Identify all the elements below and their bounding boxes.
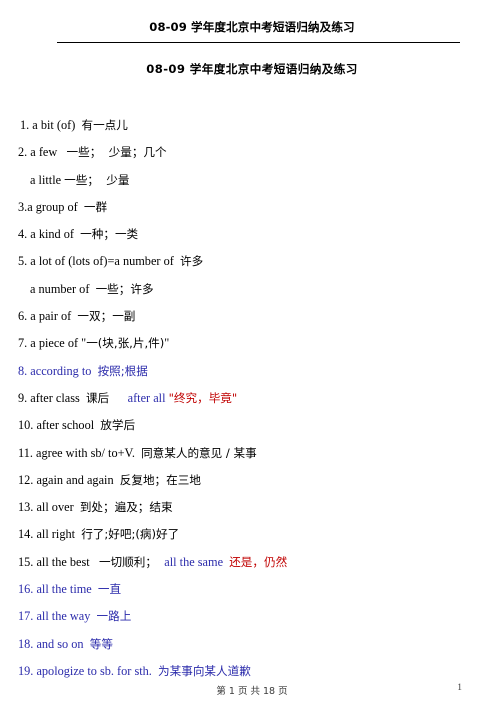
phrase-entry: 15. all the best 一切顺利； all the same 还是，仍… (0, 555, 504, 582)
phrase-segment: 一些； 少量 (64, 172, 130, 187)
phrase-entry: 1. a bit (of) 有一点儿 (0, 118, 504, 145)
phrase-segment: 为某事向某人道歉 (158, 663, 251, 678)
phrase-segment: 6. a pair of (18, 309, 78, 324)
phrase-entry: 12. again and again 反复地；在三地 (0, 473, 504, 500)
phrase-segment: 10. after school (18, 418, 101, 433)
phrase-segment: 一些； 少量；几个 (66, 145, 167, 160)
phrase-segment (109, 391, 127, 405)
phrase-segment: all the same (164, 554, 230, 569)
phrase-entry: 18. and so on 等等 (0, 637, 504, 664)
phrase-entry: 14. all right 行了;好吧;(病)好了 (0, 527, 504, 554)
page-number: 1 (457, 683, 462, 693)
phrase-segment: 8. according to (18, 363, 98, 378)
phrase-segment: 13. all over (18, 500, 80, 515)
phrase-segment: after all (127, 390, 169, 405)
phrase-entry: 2. a few 一些； 少量；几个 (0, 145, 504, 172)
phrase-segment: 一双；一副 (77, 309, 136, 324)
phrase-segment: 按照;根据 (97, 363, 148, 378)
phrase-segment: 15. all the best (18, 554, 99, 569)
phrase-segment: 一群 (83, 199, 108, 214)
phrase-segment: 许多 (179, 254, 204, 269)
phrase-segment: 5. a lot of (lots of)=a number of (18, 254, 180, 269)
running-header: 08-09 学年度北京中考短语归纳及练习 (0, 18, 504, 36)
phrase-segment: 一些；许多 (95, 281, 154, 296)
running-header-text: 08-09 学年度北京中考短语归纳及练习 (149, 20, 355, 34)
phrase-segment: 反复地；在三地 (119, 472, 201, 487)
phrase-segment: 一切顺利； (98, 554, 165, 569)
phrase-segment: 行了;好吧;(病)好了 (81, 527, 180, 542)
phrase-segment: 等等 (89, 636, 113, 651)
phrase-segment: 19. apologize to sb. for sth. (18, 663, 159, 678)
phrase-segment: 9. after class (18, 390, 86, 405)
phrase-entry: 9. after class 课后 after all "终究，毕竟" (0, 391, 504, 418)
phrase-segment: 放学后 (100, 418, 136, 433)
phrase-entry: 5. a lot of (lots of)=a number of 许多 (0, 254, 504, 281)
phrase-entry: 4. a kind of 一种；一类 (0, 227, 504, 254)
phrase-segment: 4. a kind of (18, 227, 81, 242)
phrase-segment: 到处；遍及；结束 (79, 500, 173, 515)
phrase-segment: 一(块,张,片,件) (86, 336, 165, 351)
phrase-segment: 3.a group of (18, 199, 84, 214)
phrase-entry: 8. according to 按照;根据 (0, 364, 504, 391)
phrase-list: 1. a bit (of) 有一点儿 2. a few 一些； 少量；几个 a li… (0, 118, 504, 691)
phrase-entry: 10. after school 放学后 (0, 418, 504, 445)
phrase-entry: 3.a group of 一群 (0, 200, 504, 227)
phrase-entry: 7. a piece of "一(块,张,片,件)" (0, 336, 504, 363)
phrase-segment: "终究，毕竟" (168, 390, 238, 405)
page-title: 08-09 学年度北京中考短语归纳及练习 (146, 62, 358, 76)
phrase-segment: 12. again and again (18, 472, 120, 487)
phrase-segment: 7. a piece of " (18, 336, 87, 351)
phrase-segment: 17. all the way (18, 609, 97, 624)
header-divider-rule (57, 42, 460, 43)
phrase-segment: 同意某人的意见 / 某事 (141, 445, 257, 460)
phrase-segment: 一种；一类 (80, 227, 139, 242)
phrase-segment: 一直 (97, 582, 122, 597)
phrase-segment: 18. and so on (18, 636, 90, 651)
phrase-entry: 11. agree with sb/ to+V. 同意某人的意见 / 某事 (0, 446, 504, 473)
phrase-entry: a little 一些； 少量 (0, 173, 504, 200)
phrase-segment: 14. all right (18, 527, 82, 542)
phrase-entry: a number of 一些；许多 (0, 282, 504, 309)
document-footer: 第 1 页 共 18 页 1 (0, 683, 504, 699)
phrase-entry: 13. all over 到处；遍及；结束 (0, 500, 504, 527)
phrase-segment: 还是，仍然 (229, 554, 288, 569)
phrase-entry: 17. all the way 一路上 (0, 609, 504, 636)
phrase-segment: 2. a few (18, 145, 67, 160)
phrase-entry: 16. all the time 一直 (0, 582, 504, 609)
phrase-segment: a number of (30, 281, 96, 296)
phrase-segment: a little (30, 172, 65, 187)
phrase-entry: 6. a pair of 一双；一副 (0, 309, 504, 336)
phrase-segment: 有一点儿 (81, 118, 128, 132)
phrase-segment: 1. a bit (of) (20, 118, 82, 132)
page-indicator: 第 1 页 共 18 页 (216, 686, 288, 697)
phrase-segment: " (164, 336, 170, 351)
phrase-segment: 课后 (85, 390, 110, 405)
phrase-segment: 一路上 (96, 609, 132, 624)
phrase-segment: 11. agree with sb/ to+V. (18, 445, 142, 460)
phrase-segment: 16. all the time (18, 582, 98, 597)
document-page: 08-09 学年度北京中考短语归纳及练习 08-09 学年度北京中考短语归纳及练… (0, 0, 504, 713)
